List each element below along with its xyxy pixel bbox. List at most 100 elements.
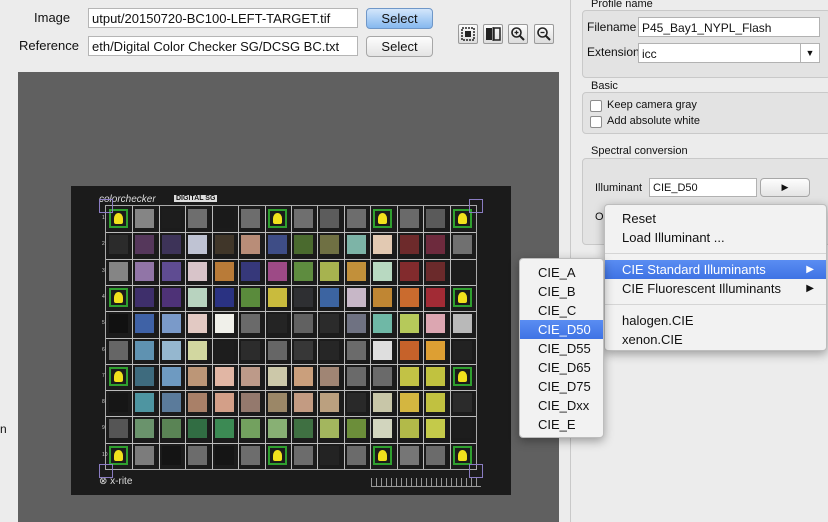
zoom-in-button[interactable] bbox=[508, 24, 528, 44]
menu-item-label: halogen.CIE bbox=[622, 313, 694, 328]
chart-brand-badge: DIGITAL SG bbox=[174, 195, 218, 202]
color-swatch bbox=[267, 445, 287, 465]
row-number: 8 bbox=[102, 399, 105, 406]
submenu-item-selected[interactable]: CIE_D50 bbox=[520, 320, 603, 339]
menu-item-cie-standard-illuminants[interactable]: CIE Standard Illuminants ▶ bbox=[605, 260, 826, 279]
color-swatch bbox=[241, 209, 261, 228]
color-swatch bbox=[294, 419, 313, 439]
color-swatch bbox=[267, 314, 287, 334]
corner-marker[interactable] bbox=[99, 464, 113, 478]
chart-scale-ruler bbox=[371, 478, 481, 487]
menu-item-xenon[interactable]: xenon.CIE bbox=[605, 330, 826, 349]
corner-marker[interactable] bbox=[469, 464, 483, 478]
corner-marker[interactable] bbox=[469, 199, 483, 213]
color-swatch bbox=[294, 445, 313, 465]
corner-marker[interactable] bbox=[99, 199, 113, 213]
color-swatch bbox=[109, 235, 128, 255]
color-swatch bbox=[161, 445, 181, 465]
color-swatch bbox=[294, 235, 313, 255]
color-swatch bbox=[346, 340, 366, 360]
color-swatch bbox=[109, 261, 128, 281]
color-swatch bbox=[399, 366, 419, 386]
keep-camera-gray-checkbox[interactable] bbox=[590, 100, 602, 112]
color-swatch bbox=[135, 445, 155, 465]
submenu-item[interactable]: CIE_A bbox=[520, 263, 603, 282]
grid-line bbox=[370, 206, 372, 469]
zoom-out-button[interactable] bbox=[534, 24, 554, 44]
color-swatch bbox=[135, 314, 155, 334]
color-swatch bbox=[426, 445, 446, 465]
color-swatch bbox=[241, 419, 261, 439]
color-swatch bbox=[135, 235, 155, 255]
color-swatch bbox=[452, 393, 472, 413]
fit-view-button[interactable] bbox=[458, 24, 478, 44]
basic-title: Basic bbox=[591, 80, 618, 92]
menu-item-reset[interactable]: Reset bbox=[605, 209, 826, 228]
grid-line bbox=[317, 206, 319, 469]
reference-select-button[interactable]: Select bbox=[366, 36, 433, 57]
color-swatch bbox=[241, 366, 261, 386]
menu-item-cie-fluorescent-illuminants[interactable]: CIE Fluorescent Illuminants ▶ bbox=[605, 279, 826, 298]
color-swatch bbox=[426, 419, 446, 439]
grid-line bbox=[343, 206, 345, 469]
profile-name-title: Profile name bbox=[591, 0, 653, 10]
color-swatch bbox=[320, 314, 340, 334]
color-swatch bbox=[426, 393, 446, 413]
submenu-item[interactable]: CIE_Dxx bbox=[520, 396, 603, 415]
keep-camera-gray-label: Keep camera gray bbox=[607, 99, 697, 111]
submenu-item[interactable]: CIE_D55 bbox=[520, 339, 603, 358]
grid-line bbox=[238, 206, 240, 469]
color-swatch bbox=[161, 393, 181, 413]
illuminant-menu-button[interactable]: ▶ bbox=[760, 178, 810, 197]
bulb-marker-icon bbox=[272, 449, 282, 461]
color-swatch bbox=[241, 287, 261, 307]
color-swatch bbox=[399, 235, 419, 255]
row-numbers: 1 2 3 4 5 6 7 8 9 10 bbox=[102, 205, 108, 468]
color-swatch bbox=[294, 209, 313, 228]
filename-field[interactable]: P45_Bay1_NYPL_Flash bbox=[638, 17, 820, 37]
submenu-item[interactable]: CIE_B bbox=[520, 282, 603, 301]
zoom-out-icon bbox=[537, 27, 551, 41]
color-swatch bbox=[161, 314, 181, 334]
compare-view-button[interactable] bbox=[483, 24, 503, 44]
color-swatch bbox=[188, 314, 208, 334]
color-swatch bbox=[214, 209, 234, 228]
submenu-item[interactable]: CIE_C bbox=[520, 301, 603, 320]
color-swatch bbox=[399, 314, 419, 334]
bulb-marker-icon bbox=[114, 449, 123, 461]
color-swatch bbox=[135, 366, 155, 386]
color-swatch bbox=[426, 209, 446, 228]
chevron-down-icon[interactable]: ▼ bbox=[800, 43, 819, 63]
color-swatch bbox=[399, 340, 419, 360]
color-swatch bbox=[452, 445, 472, 465]
reference-path-field[interactable]: eth/Digital Color Checker SG/DCSG BC.txt bbox=[88, 36, 358, 56]
color-swatch bbox=[452, 261, 472, 281]
image-path-field[interactable]: utput/20150720-BC100-LEFT-TARGET.tif bbox=[88, 8, 358, 28]
color-swatch bbox=[294, 393, 313, 413]
color-swatch bbox=[109, 445, 128, 465]
menu-item-label: CIE Standard Illuminants bbox=[622, 262, 766, 277]
color-swatch bbox=[426, 366, 446, 386]
color-swatch bbox=[109, 314, 128, 334]
color-swatch bbox=[135, 419, 155, 439]
menu-item-halogen[interactable]: halogen.CIE bbox=[605, 311, 826, 330]
illuminant-label: Illuminant bbox=[595, 182, 643, 194]
color-swatch bbox=[373, 366, 393, 386]
extension-field[interactable]: icc ▼ bbox=[638, 43, 820, 63]
submenu-item[interactable]: CIE_D65 bbox=[520, 358, 603, 377]
illuminant-field[interactable]: CIE_D50 bbox=[649, 178, 757, 197]
image-select-button[interactable]: Select bbox=[366, 8, 433, 29]
color-swatch bbox=[320, 445, 340, 465]
add-absolute-white-checkbox[interactable] bbox=[590, 116, 602, 128]
color-swatch bbox=[294, 261, 313, 281]
extension-label: Extension bbox=[587, 45, 640, 59]
illuminant-context-menu: Reset Load Illuminant ... CIE Standard I… bbox=[604, 204, 827, 351]
color-swatch bbox=[214, 235, 234, 255]
submenu-item[interactable]: CIE_D75 bbox=[520, 377, 603, 396]
color-swatch bbox=[109, 419, 128, 439]
color-swatch bbox=[426, 287, 446, 307]
color-swatch bbox=[241, 340, 261, 360]
submenu-item[interactable]: CIE_E bbox=[520, 415, 603, 434]
color-swatch bbox=[452, 235, 472, 255]
menu-item-load-illuminant[interactable]: Load Illuminant ... bbox=[605, 228, 826, 247]
